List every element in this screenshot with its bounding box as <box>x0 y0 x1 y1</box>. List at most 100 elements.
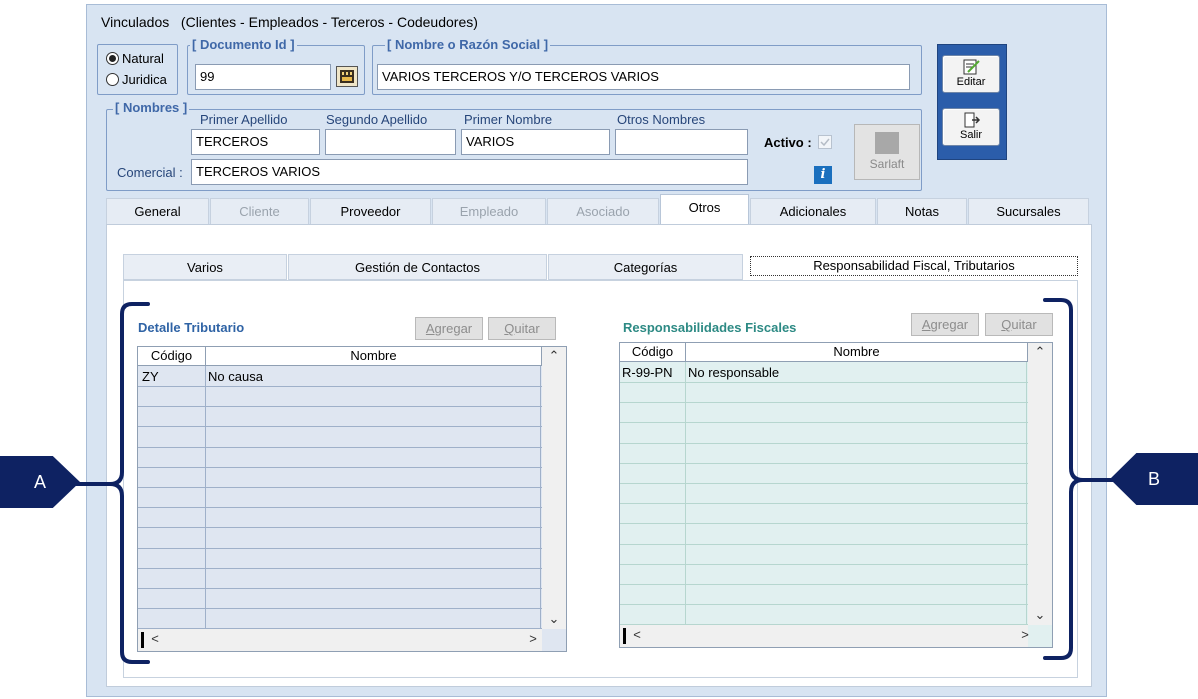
grid-line <box>620 483 1028 484</box>
grid-line <box>138 487 542 488</box>
grid-line <box>620 604 1028 605</box>
comercial-label: Comercial : <box>117 165 183 180</box>
scroll-up-icon[interactable]: ⌃ <box>547 348 561 364</box>
exit-door-icon <box>964 112 981 128</box>
documento-input[interactable]: 99 <box>195 64 331 90</box>
subtab-4[interactable]: Responsabilidad Fiscal, Tributarios <box>750 256 1078 276</box>
scroll-right-icon[interactable]: > <box>526 631 540 646</box>
primer-nombre-input[interactable]: VARIOS <box>461 129 610 155</box>
bracket-b <box>1043 298 1123 660</box>
sarlaft-label: Sarlaft <box>869 157 905 171</box>
salir-label: Salir <box>959 129 982 141</box>
grid-line <box>138 628 542 629</box>
detalle-col-nombre[interactable]: Nombre <box>206 347 542 366</box>
editar-button[interactable]: Editar <box>942 55 1000 93</box>
grid-line <box>620 584 1028 585</box>
grid-line <box>620 402 1028 403</box>
annotation-a-label: A <box>33 472 46 492</box>
detalle-quitar-label: Quitar <box>504 321 540 336</box>
resp-row-nombre: No responsable <box>688 365 780 380</box>
tab-sucursales[interactable]: Sucursales <box>968 198 1089 224</box>
detalle-hscrollbar[interactable]: < > <box>138 629 542 651</box>
scroll-left-icon[interactable]: < <box>630 627 644 642</box>
tab-empleado[interactable]: Empleado <box>432 198 546 224</box>
resp-hscrollbar[interactable]: < > <box>620 625 1029 647</box>
tab-adicionales[interactable]: Adicionales <box>750 198 876 224</box>
resp-agregar-button[interactable]: Agregar <box>911 313 979 336</box>
radio-juridica-label: Juridica <box>122 72 167 87</box>
detalle-vscrollbar[interactable]: ⌃ ⌄ <box>542 347 566 629</box>
resp-grid-header: Código Nombre <box>620 343 1028 362</box>
scroll-right-icon[interactable]: > <box>1018 627 1032 642</box>
table-row[interactable]: No causa <box>208 367 263 387</box>
detalle-agregar-button[interactable]: Agregar <box>415 317 483 340</box>
radio-juridica-indicator[interactable] <box>106 73 119 86</box>
grid-line <box>685 362 686 625</box>
subtab-1[interactable]: Varios <box>123 254 287 280</box>
edit-icon <box>963 59 980 75</box>
responsabilidades-grid[interactable]: Código Nombre R-99-PN No responsable ⌃ ⌄… <box>619 342 1053 648</box>
info-icon[interactable]: i <box>814 166 832 184</box>
resp-col-codigo[interactable]: Código <box>620 343 686 362</box>
window-title: Vinculados (Clientes - Empleados - Terce… <box>101 14 478 30</box>
segundo-apellido-label: Segundo Apellido <box>326 112 428 127</box>
tab-general[interactable]: General <box>106 198 209 224</box>
grid-line <box>138 568 542 569</box>
activo-checkbox[interactable] <box>818 135 832 149</box>
table-row[interactable]: No responsable <box>688 363 779 383</box>
editar-label: Editar <box>956 76 986 88</box>
salir-button[interactable]: Salir <box>942 108 1000 146</box>
resp-col-nombre[interactable]: Nombre <box>686 343 1028 362</box>
sarlaft-button[interactable]: Sarlaft <box>854 124 920 180</box>
documento-legend: [ Documento Id ] <box>190 37 297 52</box>
detalle-grid[interactable]: Código Nombre ZY No causa ⌃ ⌄ < > <box>137 346 567 652</box>
comercial-input[interactable]: TERCEROS VARIOS <box>191 159 748 185</box>
scroll-left-icon[interactable]: < <box>148 631 162 646</box>
row-indicator <box>623 628 626 644</box>
annotation-b-label: B <box>1147 469 1160 489</box>
scroll-down-icon[interactable]: ⌄ <box>547 611 561 627</box>
grid-line <box>138 527 542 528</box>
razon-social-legend: [ Nombre o Razón Social ] <box>385 37 551 52</box>
tab-proveedor[interactable]: Proveedor <box>310 198 431 224</box>
primer-apellido-input[interactable]: TERCEROS <box>191 129 320 155</box>
grid-line <box>205 366 206 629</box>
primer-apellido-label: Primer Apellido <box>200 112 288 127</box>
resp-row-codigo: R-99-PN <box>622 365 673 380</box>
subtab-2[interactable]: Gestión de Contactos <box>288 254 547 280</box>
detalle-row-nombre: No causa <box>208 369 263 384</box>
grid-line <box>620 544 1028 545</box>
grid-line <box>138 548 542 549</box>
grid-line <box>138 467 542 468</box>
resp-quitar-label: Quitar <box>1001 317 1037 332</box>
grid-line <box>138 588 542 589</box>
tab-asociado[interactable]: Asociado <box>547 198 659 224</box>
tab-otros[interactable]: Otros <box>660 194 749 224</box>
radio-natural[interactable]: Natural <box>106 51 164 66</box>
razon-social-input[interactable]: VARIOS TERCEROS Y/O TERCEROS VARIOS <box>377 64 910 90</box>
activo-label: Activo : <box>764 135 812 150</box>
grid-line <box>620 443 1028 444</box>
tab-cliente[interactable]: Cliente <box>210 198 309 224</box>
table-row[interactable]: R-99-PN <box>622 363 673 383</box>
grid-line <box>620 382 1028 383</box>
grid-line <box>138 608 542 609</box>
calculator-button[interactable] <box>336 66 358 87</box>
radio-juridica[interactable]: Juridica <box>106 72 167 87</box>
grid-line <box>620 463 1028 464</box>
grid-line <box>620 422 1028 423</box>
grid-line <box>138 447 542 448</box>
grid-line <box>620 624 1028 625</box>
primer-nombre-label: Primer Nombre <box>464 112 553 127</box>
otros-nombres-input[interactable] <box>615 129 748 155</box>
grid-line <box>1026 362 1027 625</box>
subtab-3[interactable]: Categorías <box>548 254 743 280</box>
tab-notas[interactable]: Notas <box>877 198 967 224</box>
resp-agregar-label: Agregar <box>921 317 969 332</box>
detalle-quitar-button[interactable]: Quitar <box>488 317 556 340</box>
segundo-apellido-input[interactable] <box>325 129 456 155</box>
radio-natural-indicator[interactable] <box>106 52 119 65</box>
grid-line <box>138 426 542 427</box>
radio-natural-label: Natural <box>122 51 164 66</box>
grid-line <box>620 503 1028 504</box>
